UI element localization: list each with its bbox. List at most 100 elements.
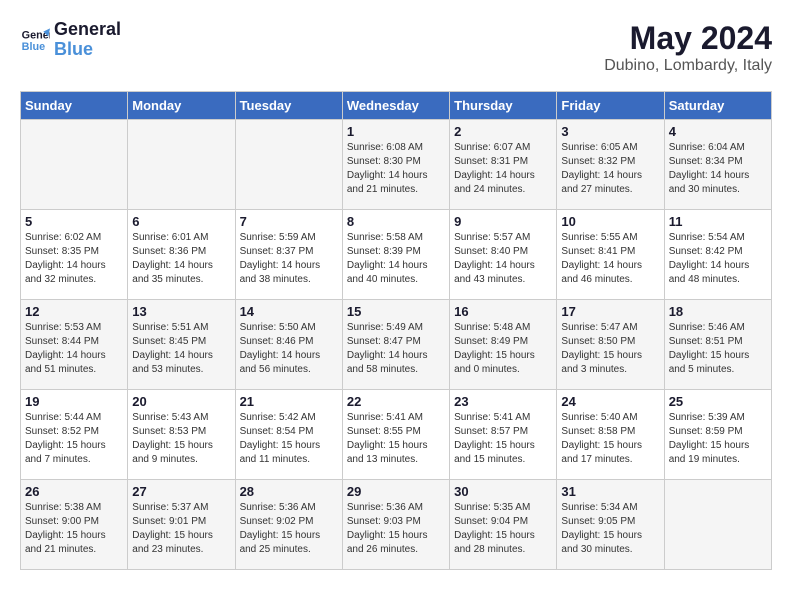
week-row-4: 26 Sunrise: 5:38 AM Sunset: 9:00 PM Dayli… — [21, 480, 772, 570]
calendar-cell: 7 Sunrise: 5:59 AM Sunset: 8:37 PM Daylig… — [235, 210, 342, 300]
day-detail: Sunrise: 5:59 AM Sunset: 8:37 PM Dayligh… — [240, 231, 338, 287]
day-detail: Sunrise: 5:34 AM Sunset: 9:05 PM Dayligh… — [561, 501, 659, 557]
day-number: 29 — [347, 484, 445, 499]
calendar-cell: 8Sunrise: 5:58 AM Sunset: 8:39 PM Daylig… — [342, 210, 449, 300]
week-row-1: 5 Sunrise: 6:02 AM Sunset: 8:35 PM Daylig… — [21, 210, 772, 300]
day-detail: Sunrise: 5:46 AM Sunset: 8:51 PM Dayligh… — [669, 321, 767, 377]
calendar-cell: 16 Sunrise: 5:48 AM Sunset: 8:49 PM Dayli… — [450, 300, 557, 390]
calendar-cell: 6 Sunrise: 6:01 AM Sunset: 8:36 PM Daylig… — [128, 210, 235, 300]
day-detail: Sunrise: 5:49 AM Sunset: 8:47 PM Dayligh… — [347, 321, 445, 377]
calendar-cell: 17 Sunrise: 5:47 AM Sunset: 8:50 PM Dayli… — [557, 300, 664, 390]
day-detail: Sunrise: 5:37 AM Sunset: 9:01 PM Dayligh… — [132, 501, 230, 557]
calendar-cell: 31Sunrise: 5:34 AM Sunset: 9:05 PM Dayli… — [557, 480, 664, 570]
day-number: 6 — [132, 214, 230, 229]
calendar-cell — [21, 120, 128, 210]
day-number: 2 — [454, 124, 552, 139]
day-number: 22 — [347, 394, 445, 409]
header-cell-tuesday: Tuesday — [235, 92, 342, 120]
header-cell-friday: Friday — [557, 92, 664, 120]
day-detail: Sunrise: 5:42 AM Sunset: 8:54 PM Dayligh… — [240, 411, 338, 467]
day-number: 18 — [669, 304, 767, 319]
day-detail: Sunrise: 5:39 AM Sunset: 8:59 PM Dayligh… — [669, 411, 767, 467]
title-block: May 2024 Dubino, Lombardy, Italy — [604, 20, 772, 75]
calendar-cell: 11Sunrise: 5:54 AM Sunset: 8:42 PM Dayli… — [664, 210, 771, 300]
day-detail: Sunrise: 5:50 AM Sunset: 8:46 PM Dayligh… — [240, 321, 338, 377]
header-cell-thursday: Thursday — [450, 92, 557, 120]
header-cell-saturday: Saturday — [664, 92, 771, 120]
header-cell-wednesday: Wednesday — [342, 92, 449, 120]
week-row-0: 1 Sunrise: 6:08 AM Sunset: 8:30 PM Daylig… — [21, 120, 772, 210]
day-detail: Sunrise: 5:43 AM Sunset: 8:53 PM Dayligh… — [132, 411, 230, 467]
calendar-cell: 1 Sunrise: 6:08 AM Sunset: 8:30 PM Daylig… — [342, 120, 449, 210]
day-number: 12 — [25, 304, 123, 319]
day-detail: Sunrise: 5:55 AM Sunset: 8:41 PM Dayligh… — [561, 231, 659, 287]
calendar-cell: 25 Sunrise: 5:39 AM Sunset: 8:59 PM Dayli… — [664, 390, 771, 480]
calendar-cell: 20 Sunrise: 5:43 AM Sunset: 8:53 PM Dayli… — [128, 390, 235, 480]
day-number: 8 — [347, 214, 445, 229]
week-row-3: 19Sunrise: 5:44 AM Sunset: 8:52 PM Dayli… — [21, 390, 772, 480]
day-detail: Sunrise: 5:51 AM Sunset: 8:45 PM Dayligh… — [132, 321, 230, 377]
calendar-cell: 4Sunrise: 6:04 AM Sunset: 8:34 PM Daylig… — [664, 120, 771, 210]
calendar-cell: 9Sunrise: 5:57 AM Sunset: 8:40 PM Daylig… — [450, 210, 557, 300]
calendar-cell: 19Sunrise: 5:44 AM Sunset: 8:52 PM Dayli… — [21, 390, 128, 480]
day-number: 26 — [25, 484, 123, 499]
logo-icon: General Blue — [20, 25, 50, 55]
day-detail: Sunrise: 5:57 AM Sunset: 8:40 PM Dayligh… — [454, 231, 552, 287]
day-detail: Sunrise: 5:38 AM Sunset: 9:00 PM Dayligh… — [25, 501, 123, 557]
day-number: 1 — [347, 124, 445, 139]
calendar-cell: 21Sunrise: 5:42 AM Sunset: 8:54 PM Dayli… — [235, 390, 342, 480]
page-header: General Blue General Blue May 2024 Dubin… — [20, 20, 772, 75]
calendar-cell: 22 Sunrise: 5:41 AM Sunset: 8:55 PM Dayli… — [342, 390, 449, 480]
day-number: 11 — [669, 214, 767, 229]
calendar-cell: 15 Sunrise: 5:49 AM Sunset: 8:47 PM Dayli… — [342, 300, 449, 390]
calendar-cell — [128, 120, 235, 210]
day-detail: Sunrise: 5:47 AM Sunset: 8:50 PM Dayligh… — [561, 321, 659, 377]
calendar-cell: 18 Sunrise: 5:46 AM Sunset: 8:51 PM Dayli… — [664, 300, 771, 390]
day-detail: Sunrise: 5:36 AM Sunset: 9:02 PM Dayligh… — [240, 501, 338, 557]
day-number: 20 — [132, 394, 230, 409]
day-number: 5 — [25, 214, 123, 229]
day-number: 15 — [347, 304, 445, 319]
calendar-cell: 27Sunrise: 5:37 AM Sunset: 9:01 PM Dayli… — [128, 480, 235, 570]
day-number: 25 — [669, 394, 767, 409]
day-number: 14 — [240, 304, 338, 319]
calendar-cell — [664, 480, 771, 570]
day-number: 10 — [561, 214, 659, 229]
logo-text: General Blue — [54, 20, 121, 60]
day-detail: Sunrise: 5:40 AM Sunset: 8:58 PM Dayligh… — [561, 411, 659, 467]
calendar-cell: 28 Sunrise: 5:36 AM Sunset: 9:02 PM Dayli… — [235, 480, 342, 570]
calendar-cell: 12Sunrise: 5:53 AM Sunset: 8:44 PM Dayli… — [21, 300, 128, 390]
day-number: 7 — [240, 214, 338, 229]
location: Dubino, Lombardy, Italy — [604, 57, 772, 75]
day-number: 3 — [561, 124, 659, 139]
calendar-cell: 30 Sunrise: 5:35 AM Sunset: 9:04 PM Dayli… — [450, 480, 557, 570]
calendar-cell: 29 Sunrise: 5:36 AM Sunset: 9:03 PM Dayli… — [342, 480, 449, 570]
day-number: 30 — [454, 484, 552, 499]
day-number: 28 — [240, 484, 338, 499]
day-number: 17 — [561, 304, 659, 319]
day-detail: Sunrise: 5:36 AM Sunset: 9:03 PM Dayligh… — [347, 501, 445, 557]
day-number: 23 — [454, 394, 552, 409]
day-detail: Sunrise: 6:04 AM Sunset: 8:34 PM Dayligh… — [669, 141, 767, 197]
week-row-2: 12Sunrise: 5:53 AM Sunset: 8:44 PM Dayli… — [21, 300, 772, 390]
day-detail: Sunrise: 6:02 AM Sunset: 8:35 PM Dayligh… — [25, 231, 123, 287]
day-detail: Sunrise: 6:08 AM Sunset: 8:30 PM Dayligh… — [347, 141, 445, 197]
day-number: 13 — [132, 304, 230, 319]
day-detail: Sunrise: 5:41 AM Sunset: 8:55 PM Dayligh… — [347, 411, 445, 467]
day-number: 24 — [561, 394, 659, 409]
day-detail: Sunrise: 5:41 AM Sunset: 8:57 PM Dayligh… — [454, 411, 552, 467]
calendar-cell: 3Sunrise: 6:05 AM Sunset: 8:32 PM Daylig… — [557, 120, 664, 210]
calendar-table: SundayMondayTuesdayWednesdayThursdayFrid… — [20, 91, 772, 570]
header-cell-sunday: Sunday — [21, 92, 128, 120]
day-detail: Sunrise: 5:48 AM Sunset: 8:49 PM Dayligh… — [454, 321, 552, 377]
svg-text:Blue: Blue — [22, 41, 45, 53]
day-detail: Sunrise: 5:44 AM Sunset: 8:52 PM Dayligh… — [25, 411, 123, 467]
month-year: May 2024 — [604, 20, 772, 57]
header-row: SundayMondayTuesdayWednesdayThursdayFrid… — [21, 92, 772, 120]
header-cell-monday: Monday — [128, 92, 235, 120]
day-detail: Sunrise: 6:01 AM Sunset: 8:36 PM Dayligh… — [132, 231, 230, 287]
day-number: 16 — [454, 304, 552, 319]
calendar-cell: 10 Sunrise: 5:55 AM Sunset: 8:41 PM Dayli… — [557, 210, 664, 300]
calendar-cell: 13 Sunrise: 5:51 AM Sunset: 8:45 PM Dayli… — [128, 300, 235, 390]
day-detail: Sunrise: 5:35 AM Sunset: 9:04 PM Dayligh… — [454, 501, 552, 557]
